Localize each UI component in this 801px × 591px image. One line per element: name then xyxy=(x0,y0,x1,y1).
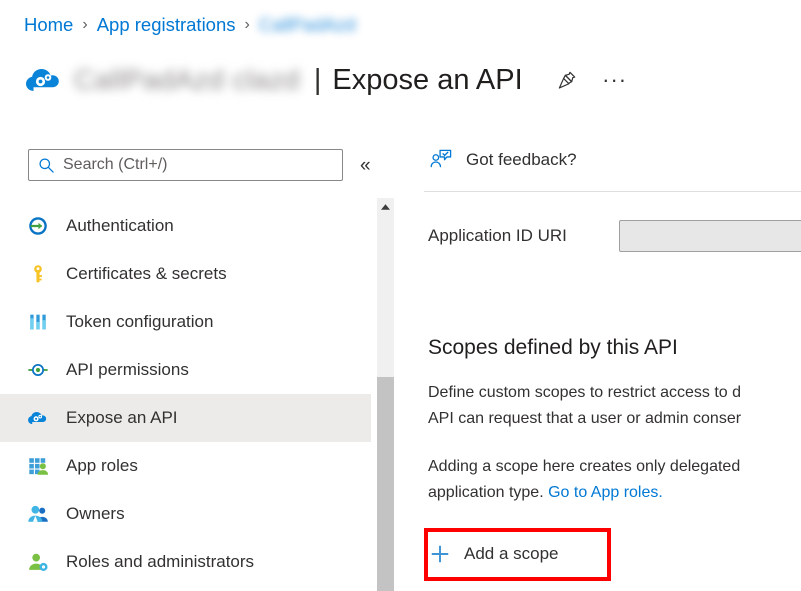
scopes-note: Adding a scope here creates only delegat… xyxy=(428,454,801,506)
scopes-description: Define custom scopes to restrict access … xyxy=(428,380,801,432)
add-a-scope-button[interactable]: Add a scope xyxy=(428,538,569,570)
scopes-note-line-1: Adding a scope here creates only delegat… xyxy=(428,458,740,475)
application-id-uri-row: Application ID URI xyxy=(428,220,801,252)
scrollbar-up-arrow-icon[interactable] xyxy=(377,198,394,215)
azure-portal-expose-an-api-page: Home › App registrations › CallPadAzd Ca… xyxy=(0,0,801,591)
collapse-chevrons-left-icon[interactable]: « xyxy=(360,156,371,175)
sidebar-item-certificates-and-secrets[interactable]: Certificates & secrets xyxy=(0,250,371,298)
search-box[interactable] xyxy=(28,149,343,181)
sidebar-item-label: App roles xyxy=(66,456,138,476)
sidebar-item-label: Expose an API xyxy=(66,408,178,428)
sidebar-item-authentication[interactable]: Authentication xyxy=(0,202,371,250)
sidebar-item-app-roles[interactable]: App roles xyxy=(0,442,371,490)
breadcrumb-item-app-registrations[interactable]: App registrations xyxy=(97,13,236,37)
app-roles-icon xyxy=(26,454,50,478)
sidebar-item-label: Certificates & secrets xyxy=(66,264,227,284)
app-registration-cloud-icon xyxy=(24,60,64,100)
scopes-note-line-2-prefix: application type. xyxy=(428,484,548,501)
sidebar-nav-list: Authentication Certificates & secrets xyxy=(0,202,371,591)
sidebar-item-expose-an-api[interactable]: Expose an API xyxy=(0,394,371,442)
sidebar-item-owners[interactable]: Owners xyxy=(0,490,371,538)
ellipsis-more-icon[interactable]: ··· xyxy=(601,66,629,94)
scopes-description-line-2: API can request that a user or admin con… xyxy=(428,410,741,427)
sidebar-item-label: Owners xyxy=(66,504,125,524)
sidebar-item-label: Authentication xyxy=(66,216,174,236)
page-title: Expose an API xyxy=(332,64,522,97)
pin-icon[interactable] xyxy=(553,66,581,94)
sidebar-item-label: Token configuration xyxy=(66,312,213,332)
scopes-description-line-1: Define custom scopes to restrict access … xyxy=(428,384,741,401)
sidebar-item-api-permissions[interactable]: API permissions xyxy=(0,346,371,394)
sidebar-item-label: Roles and administrators xyxy=(66,552,254,572)
plus-icon xyxy=(428,542,452,566)
breadcrumb-item-current-app[interactable]: CallPadAzd xyxy=(259,13,356,37)
api-permissions-icon xyxy=(26,358,50,382)
expose-api-cloud-icon xyxy=(26,406,50,430)
feedback-person-icon xyxy=(428,147,454,173)
owners-people-icon xyxy=(26,502,50,526)
page-header-actions: ··· xyxy=(553,66,629,94)
breadcrumb-separator: › xyxy=(82,13,87,37)
add-a-scope-label: Add a scope xyxy=(464,544,559,564)
roles-admins-icon xyxy=(26,550,50,574)
breadcrumb-separator: › xyxy=(245,13,250,37)
got-feedback-button[interactable]: Got feedback? xyxy=(428,147,577,173)
sidebar-search-row: « xyxy=(28,149,371,181)
sidebar-item-roles-and-administrators[interactable]: Roles and administrators xyxy=(0,538,371,586)
search-icon xyxy=(37,157,55,174)
sidebar-scrollbar[interactable] xyxy=(377,198,394,591)
search-input[interactable] xyxy=(63,156,334,174)
got-feedback-label: Got feedback? xyxy=(466,150,577,170)
content-divider xyxy=(424,191,801,192)
scrollbar-thumb[interactable] xyxy=(377,377,394,591)
application-id-uri-input[interactable] xyxy=(619,220,801,252)
token-bars-icon xyxy=(26,310,50,334)
go-to-app-roles-link[interactable]: Go to App roles. xyxy=(548,484,663,501)
main-content: Got feedback? Application ID URI Scopes … xyxy=(396,132,801,591)
breadcrumb-item-home[interactable]: Home xyxy=(24,13,73,37)
application-id-uri-label: Application ID URI xyxy=(428,226,619,246)
page-title-divider: | xyxy=(314,66,322,95)
page-header: CallPadAzd clazd | Expose an API ··· xyxy=(24,56,801,104)
scopes-section-heading: Scopes defined by this API xyxy=(428,336,678,360)
authentication-icon xyxy=(26,214,50,238)
key-icon xyxy=(26,262,50,286)
page-title-app-name: CallPadAzd clazd xyxy=(74,64,300,96)
sidebar-item-label: API permissions xyxy=(66,360,189,380)
left-navigation-pane: « Authentication xyxy=(0,132,371,591)
breadcrumb: Home › App registrations › CallPadAzd xyxy=(24,13,356,37)
sidebar-item-token-configuration[interactable]: Token configuration xyxy=(0,298,371,346)
